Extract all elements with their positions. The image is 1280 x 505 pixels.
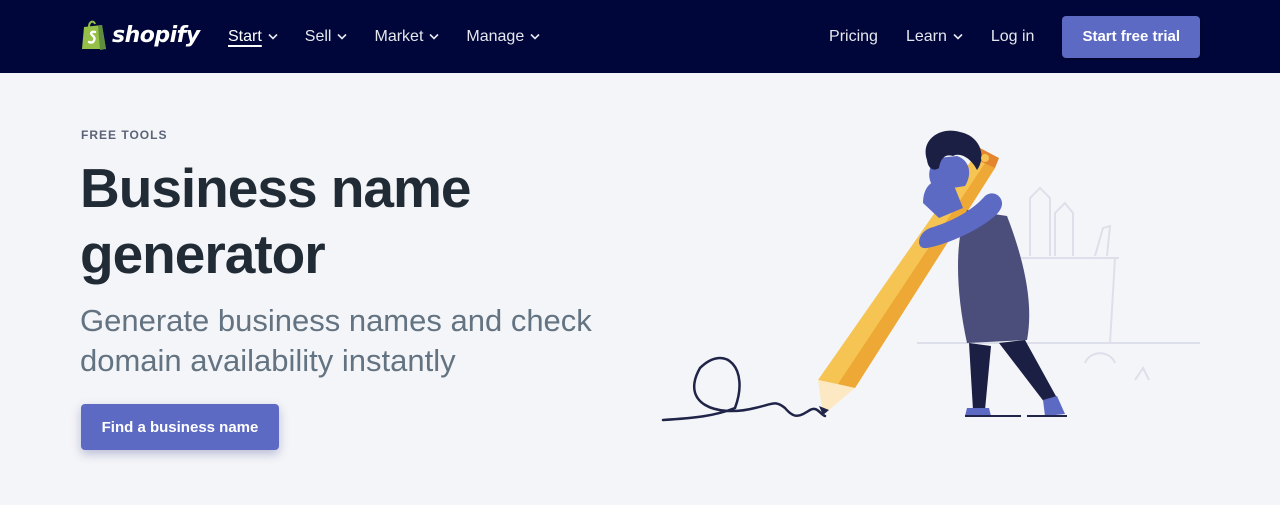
pencil-writer-illustration	[661, 130, 1200, 422]
nav-label: Pricing	[829, 27, 878, 45]
chevron-down-icon	[953, 33, 963, 40]
start-free-trial-button[interactable]: Start free trial	[1062, 15, 1200, 58]
primary-nav: Start Sell Market Manage	[228, 0, 540, 73]
nav-label: Learn	[905, 27, 947, 45]
nav-label: Log in	[990, 27, 1035, 45]
shopify-bag-icon	[82, 20, 106, 50]
scribble-line	[661, 356, 827, 422]
nav-label: Manage	[466, 27, 525, 45]
top-navigation: shopify Start Sell Market Manage Pricing…	[0, 0, 1280, 73]
find-business-name-button[interactable]: Find a business name	[81, 404, 279, 450]
nav-item-manage[interactable]: Manage	[466, 28, 540, 46]
nav-label: Sell	[304, 27, 332, 45]
nav-item-pricing[interactable]: Pricing	[829, 28, 878, 46]
nav-item-start[interactable]: Start	[228, 28, 278, 46]
nav-item-market[interactable]: Market	[374, 28, 439, 46]
nav-label: Start	[228, 27, 262, 45]
page-subtitle: Generate business names and check domain…	[80, 303, 592, 378]
eyebrow-label: FREE TOOLS	[81, 128, 168, 142]
nav-item-sell[interactable]: Sell	[305, 28, 348, 46]
page-title: Business name generator	[80, 157, 472, 285]
nav-label: Market	[374, 27, 424, 45]
secondary-nav: Pricing Learn Log in Start free trial	[801, 0, 1200, 73]
chevron-down-icon	[429, 33, 439, 40]
shopify-logo[interactable]: shopify	[80, 18, 200, 52]
person-figure	[919, 130, 1067, 417]
chevron-down-icon	[530, 33, 540, 40]
nav-item-learn[interactable]: Learn	[906, 28, 963, 46]
logo-wordmark: shopify	[112, 22, 200, 48]
chevron-down-icon	[268, 33, 278, 40]
nav-item-login[interactable]: Log in	[991, 28, 1035, 46]
chevron-down-icon	[337, 33, 348, 40]
